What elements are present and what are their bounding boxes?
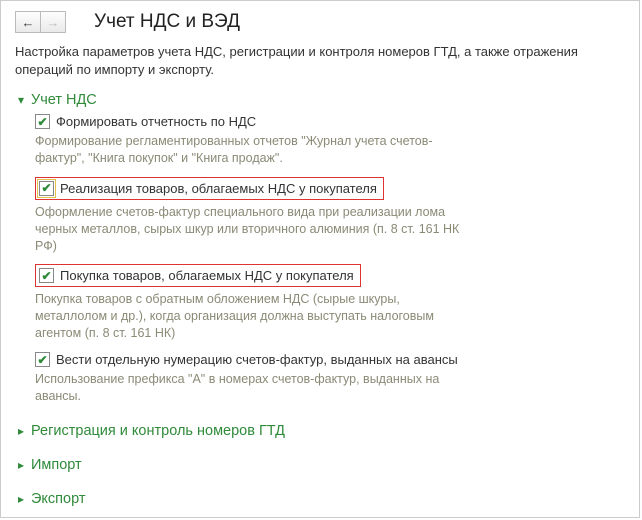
collapsed-sections: ▸ Регистрация и контроль номеров ГТД ▸ И… [15, 423, 625, 507]
section-vat: ▾ Учет НДС ✔ Формировать отчетность по Н… [15, 92, 625, 405]
arrow-left-icon: ← [22, 16, 35, 29]
checkbox-label: Формировать отчетность по НДС [56, 114, 256, 129]
check-icon: ✔ [37, 116, 47, 128]
checkbox-separate-numbering[interactable]: ✔ [35, 352, 50, 367]
section-export-title: Экспорт [31, 491, 85, 507]
check-icon: ✔ [41, 182, 51, 194]
section-vat-title: Учет НДС [31, 92, 97, 108]
option-desc: Использование префикса "А" в номерах сче… [35, 371, 465, 405]
option-desc: Покупка товаров с обратным обложением НД… [35, 291, 465, 342]
page-title: Учет НДС и ВЭД [94, 11, 240, 33]
settings-window: ← → Учет НДС и ВЭД Настройка параметров … [0, 0, 640, 518]
checkbox-purchase-vat-buyer[interactable]: ✔ [39, 268, 54, 283]
chevron-right-icon: ▸ [15, 424, 27, 438]
checkbox-label: Реализация товаров, облагаемых НДС у пок… [60, 181, 377, 196]
section-vat-body: ✔ Формировать отчетность по НДС Формиров… [15, 114, 465, 405]
chevron-right-icon: ▸ [15, 458, 27, 472]
checkbox-sale-vat-buyer[interactable]: ✔ [39, 181, 54, 196]
header-row: ← → Учет НДС и ВЭД [15, 11, 625, 33]
section-export-header[interactable]: ▸ Экспорт [15, 491, 625, 507]
checkbox-row-highlighted: ✔ Покупка товаров, облагаемых НДС у поку… [35, 264, 361, 287]
intro-text: Настройка параметров учета НДС, регистра… [15, 43, 625, 78]
checkbox-row: ✔ Вести отдельную нумерацию счетов-факту… [35, 352, 465, 367]
checkbox-row-highlighted: ✔ Реализация товаров, облагаемых НДС у п… [35, 177, 384, 200]
chevron-down-icon: ▾ [15, 93, 27, 107]
section-import-header[interactable]: ▸ Импорт [15, 457, 625, 473]
nav-back-button[interactable]: ← [15, 11, 41, 33]
checkbox-label: Покупка товаров, облагаемых НДС у покупа… [60, 268, 354, 283]
section-gtd-title: Регистрация и контроль номеров ГТД [31, 423, 285, 439]
nav-buttons: ← → [15, 11, 66, 33]
checkbox-form-reports[interactable]: ✔ [35, 114, 50, 129]
checkbox-label: Вести отдельную нумерацию счетов-фактур,… [56, 352, 458, 367]
section-vat-header[interactable]: ▾ Учет НДС [15, 92, 625, 108]
checkbox-row: ✔ Формировать отчетность по НДС [35, 114, 465, 129]
option-desc: Оформление счетов-фактур специального ви… [35, 204, 465, 255]
check-icon: ✔ [37, 354, 47, 366]
option-desc: Формирование регламентированных отчетов … [35, 133, 465, 167]
nav-forward-button[interactable]: → [40, 11, 66, 33]
check-icon: ✔ [41, 270, 51, 282]
arrow-right-icon: → [47, 16, 60, 29]
chevron-right-icon: ▸ [15, 492, 27, 506]
section-gtd-header[interactable]: ▸ Регистрация и контроль номеров ГТД [15, 423, 625, 439]
section-import-title: Импорт [31, 457, 82, 473]
